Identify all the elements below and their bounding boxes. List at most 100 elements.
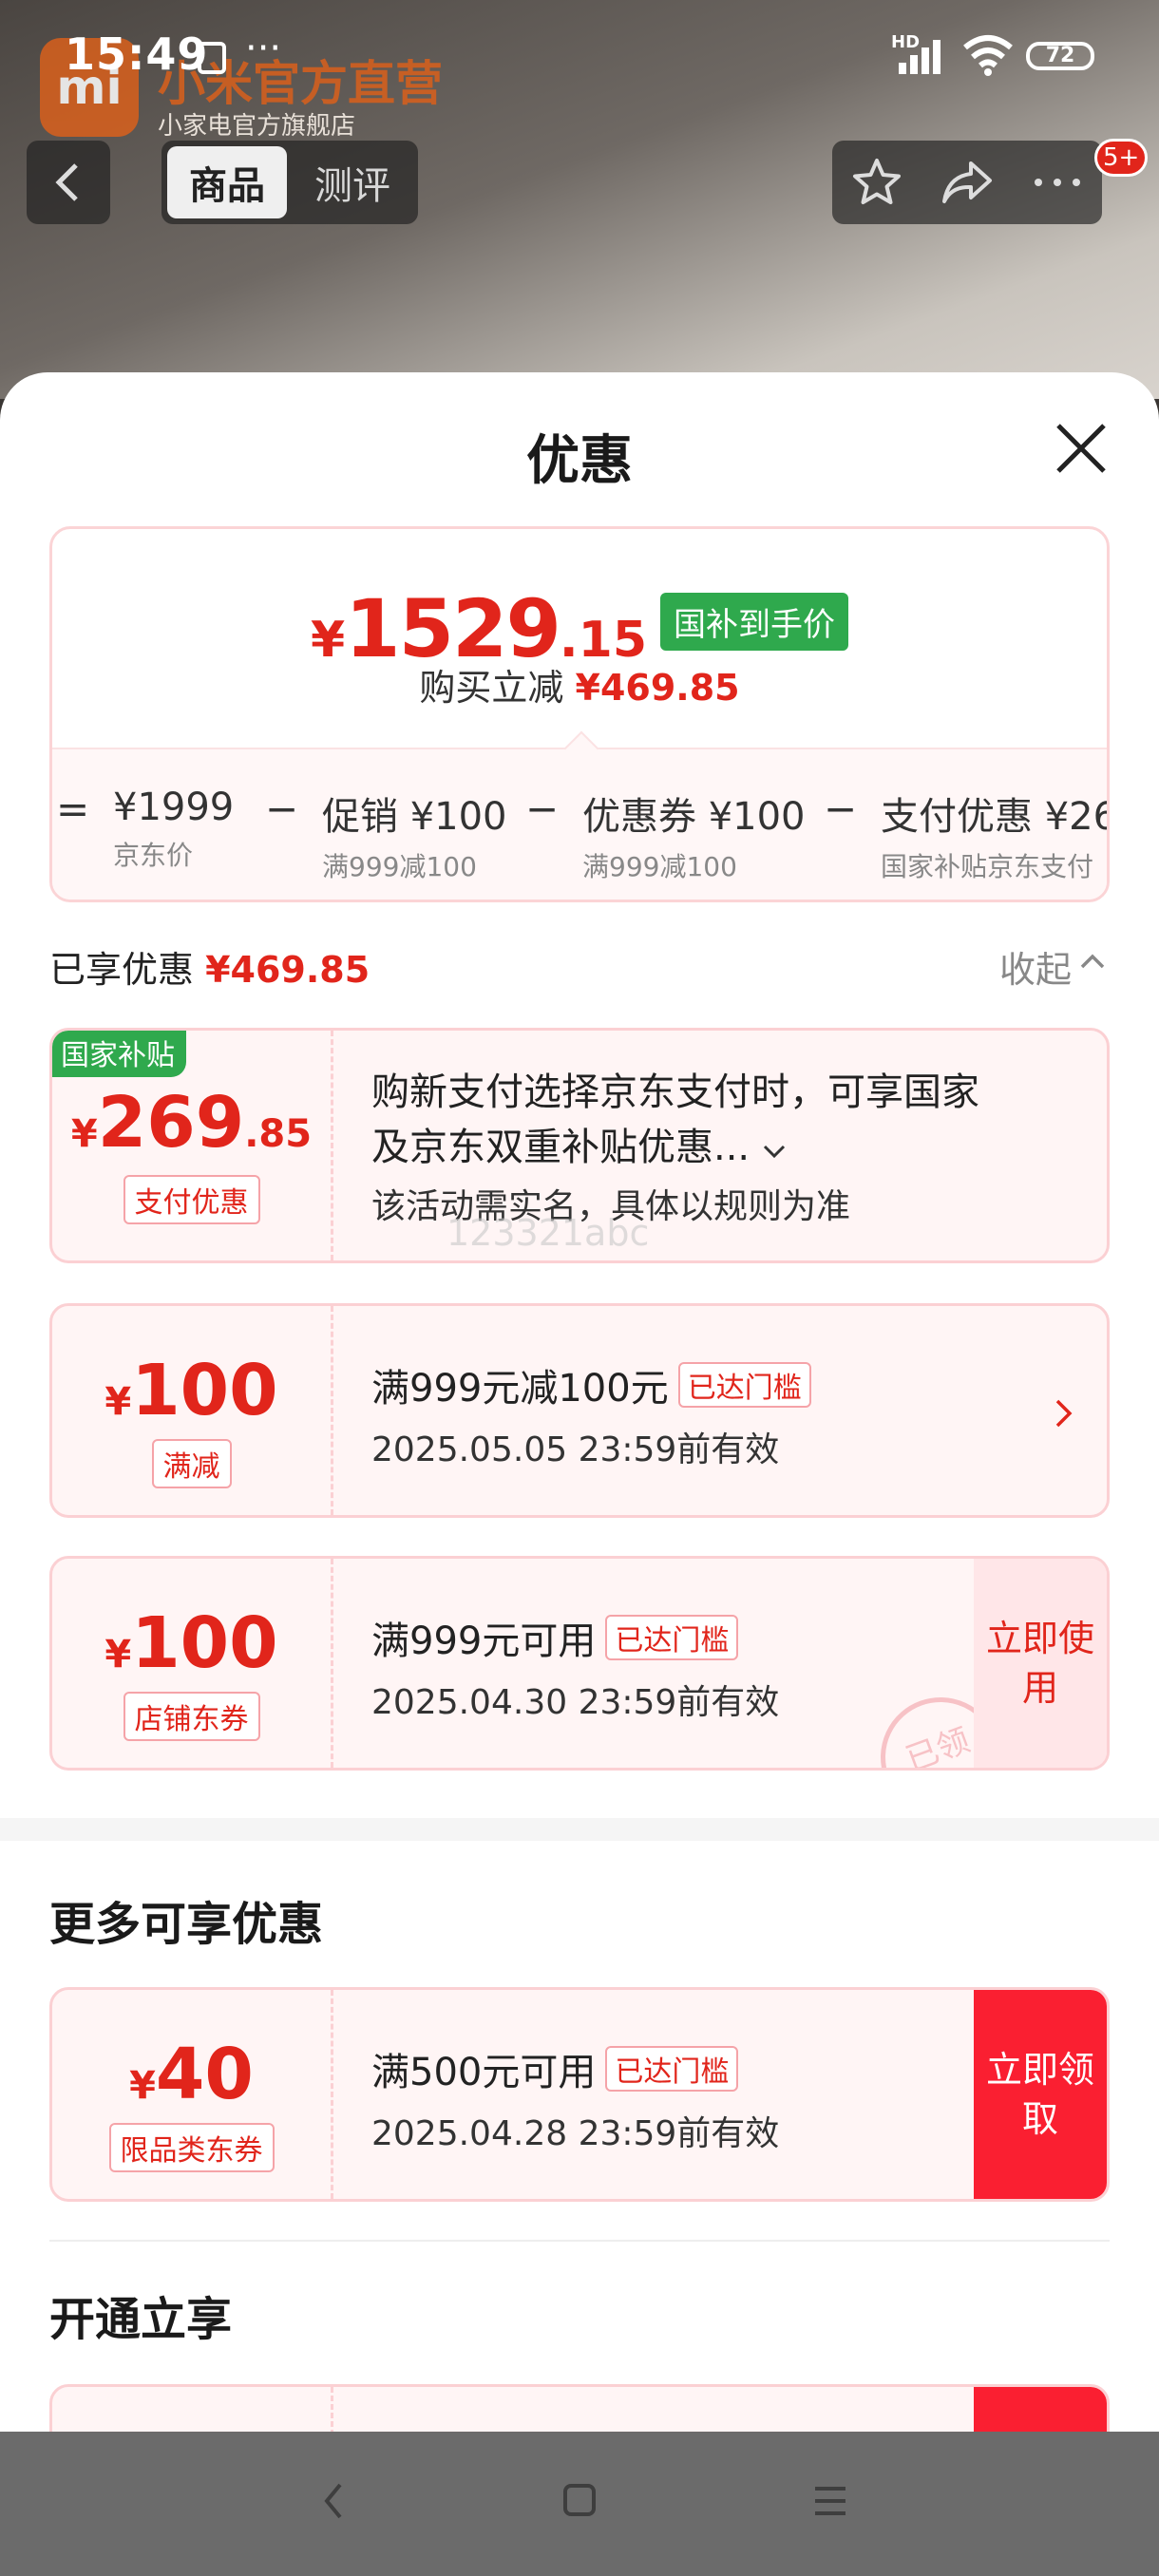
system-nav-bar (0, 2432, 1159, 2576)
notification-app-icon (198, 42, 226, 74)
coupon-amount-integer: 269 (97, 1082, 245, 1164)
coupon-amount-integer: 40 (155, 2034, 254, 2115)
coupon-card-category[interactable]: ¥40 限品类东券 满500元可用 已达门槛 2025.04.28 23:59前有… (49, 1987, 1110, 2202)
final-price-tag: 国补到手价 (660, 592, 849, 651)
coupon-amount: ¥269.85 (52, 1082, 331, 1164)
chevron-right-icon[interactable] (1054, 1397, 1074, 1430)
coupon-main: 满999元可用 已达门槛 2025.04.30 23:59前有效 (371, 1610, 779, 1724)
enjoyed-discount: 已享优惠 ¥469.85 (49, 940, 370, 993)
coupon-validity: 2025.04.28 23:59前有效 (371, 2114, 780, 2153)
coupon-currency: ¥ (104, 1633, 132, 1676)
product-page-background: mi 小米官方直营 小家电官方旗舰店 15:49 ··· HD 72 商品 测评… (0, 0, 1159, 399)
coupon-left: ¥100 店铺东券 (52, 1559, 333, 1768)
more-icon[interactable] (1031, 173, 1084, 192)
coupon-title-text: 及京东双重补贴优惠... (371, 1126, 750, 1169)
coupon-title: 满500元可用 已达门槛 (371, 2041, 779, 2096)
breakdown-sub: 京东价 (113, 840, 194, 871)
breakdown-item: 促销 ¥100 满999减100 (322, 786, 507, 884)
coupon-left (52, 2387, 333, 2432)
coupon-card-store[interactable]: ¥100 店铺东券 满999元可用 已达门槛 2025.04.30 23:59前有… (49, 1556, 1110, 1771)
breakdown-operator: − (265, 786, 299, 832)
nav-actions (832, 141, 1102, 224)
section-divider (0, 1818, 1159, 1841)
coupon-amount: ¥40 (52, 2034, 331, 2115)
share-icon[interactable] (939, 156, 996, 209)
coupon-type-tag: 店铺东券 (123, 1692, 260, 1741)
tab-product[interactable]: 商品 (167, 146, 287, 218)
watermark: 123321abc (446, 1212, 650, 1254)
breakdown-title: 促销 ¥100 (322, 795, 507, 839)
message-badge: 5+ (1094, 139, 1149, 177)
coupon-amount-integer: 100 (131, 1602, 278, 1684)
breakdown-operator: = (56, 786, 90, 832)
status-time: 15:49 (65, 28, 209, 80)
status-more-dots: ··· (245, 27, 282, 70)
star-icon[interactable] (850, 156, 903, 209)
system-menu-icon[interactable] (813, 2479, 847, 2523)
sheet-title: 优惠 (526, 430, 633, 492)
coupon-title-text: 满500元可用 (371, 2051, 597, 2094)
coupon-amount: ¥100 (52, 1350, 331, 1431)
coupon-main: 满500元可用 已达门槛 2025.04.28 23:59前有效 (371, 2041, 779, 2155)
coupon-title: 满999元减100元 已达门槛 (371, 1357, 811, 1412)
system-home-icon[interactable] (562, 2479, 597, 2523)
coupon-amount-integer: 100 (131, 1350, 278, 1431)
status-bar: 15:49 ··· HD 72 (0, 0, 1159, 114)
breakdown-sub: 国家补贴京东支付 (881, 851, 1094, 882)
reduce-label: 购买立减 (419, 667, 564, 709)
coupon-main: 购新支付选择京东支付时，可享国家 及京东双重补贴优惠... 该活动需实名，具体以… (371, 1065, 979, 1228)
system-back-icon[interactable] (319, 2479, 348, 2523)
close-icon[interactable] (1053, 420, 1110, 477)
chevron-down-icon[interactable] (762, 1143, 787, 1160)
more-discounts-title: 更多可享优惠 (49, 1898, 324, 1951)
claim-now-button[interactable]: 立即领取 (974, 1990, 1107, 2199)
breakdown-item: 支付优惠 ¥269.85 国家补贴京东支付 (881, 786, 1107, 884)
coupon-validity: 2025.04.30 23:59前有效 (371, 1683, 780, 1722)
coupon-amount: ¥100 (52, 1602, 331, 1684)
back-icon (55, 163, 78, 201)
membership-action-button[interactable] (974, 2387, 1107, 2432)
enjoyed-label: 已享优惠 (49, 949, 195, 991)
coupon-left: ¥100 满减 (52, 1306, 333, 1515)
coupon-title: 满999元可用 已达门槛 (371, 1610, 779, 1665)
back-button[interactable] (27, 141, 110, 224)
breakdown-item: 优惠券 ¥100 满999减100 (582, 786, 806, 884)
coupon-amount-decimal: .85 (244, 1112, 313, 1156)
coupon-currency: ¥ (129, 2064, 156, 2108)
coupon-title-line2[interactable]: 及京东双重补贴优惠... (371, 1120, 979, 1175)
breakdown-title: 支付优惠 ¥269.85 (881, 795, 1107, 839)
breakdown-operator: − (824, 786, 858, 832)
coupon-title-text: 满999元减100元 (371, 1367, 669, 1411)
price-summary-card: ¥ 1529 .15 国补到手价 购买立减 ¥469.85 = ¥1999 京东… (49, 526, 1110, 902)
breakdown-operator: − (525, 786, 560, 832)
coupon-validity: 2025.05.05 23:59前有效 (371, 1430, 780, 1469)
wifi-icon (963, 35, 1013, 76)
coupon-card-full-reduction[interactable]: ¥100 满减 满999元减100元 已达门槛 2025.05.05 23:59前… (49, 1303, 1110, 1518)
threshold-reached-badge: 已达门槛 (677, 1362, 811, 1408)
reduce-value: ¥469.85 (575, 667, 740, 709)
threshold-reached-badge: 已达门槛 (605, 2046, 739, 2092)
coupon-card-membership[interactable] (49, 2384, 1110, 2432)
breakdown-item: ¥1999 京东价 (113, 786, 234, 873)
national-subsidy-tag: 国家补贴 (52, 1031, 186, 1077)
coupon-type-tag: 满减 (151, 1439, 232, 1488)
coupon-title: 购新支付选择京东支付时，可享国家 (371, 1070, 979, 1114)
breakdown-sub: 满999减100 (582, 851, 737, 882)
collapse-button[interactable]: 收起 (999, 940, 1072, 993)
membership-title: 开通立享 (49, 2293, 233, 2346)
nav-tabs: 商品 测评 (162, 141, 418, 224)
reduce-line: 购买立减 ¥469.85 (52, 658, 1107, 710)
coupon-type-tag: 支付优惠 (123, 1175, 260, 1224)
battery-icon: 72 (1026, 42, 1094, 70)
breakdown-title: ¥1999 (113, 786, 235, 829)
breakdown-title: 优惠券 ¥100 (582, 795, 806, 839)
chevron-up-icon[interactable] (1079, 952, 1106, 971)
tab-review[interactable]: 测评 (293, 146, 412, 218)
threshold-reached-badge: 已达门槛 (605, 1615, 739, 1660)
coupon-currency: ¥ (104, 1380, 132, 1424)
discount-sheet: 优惠 ¥ 1529 .15 国补到手价 购买立减 ¥469.85 = ¥1999… (0, 372, 1159, 2432)
coupon-left: ¥40 限品类东券 (52, 1990, 333, 2199)
use-now-button[interactable]: 立即使用 (974, 1559, 1107, 1768)
coupon-type-tag: 限品类东券 (108, 2123, 275, 2172)
coupon-title-text: 满999元可用 (371, 1619, 597, 1663)
